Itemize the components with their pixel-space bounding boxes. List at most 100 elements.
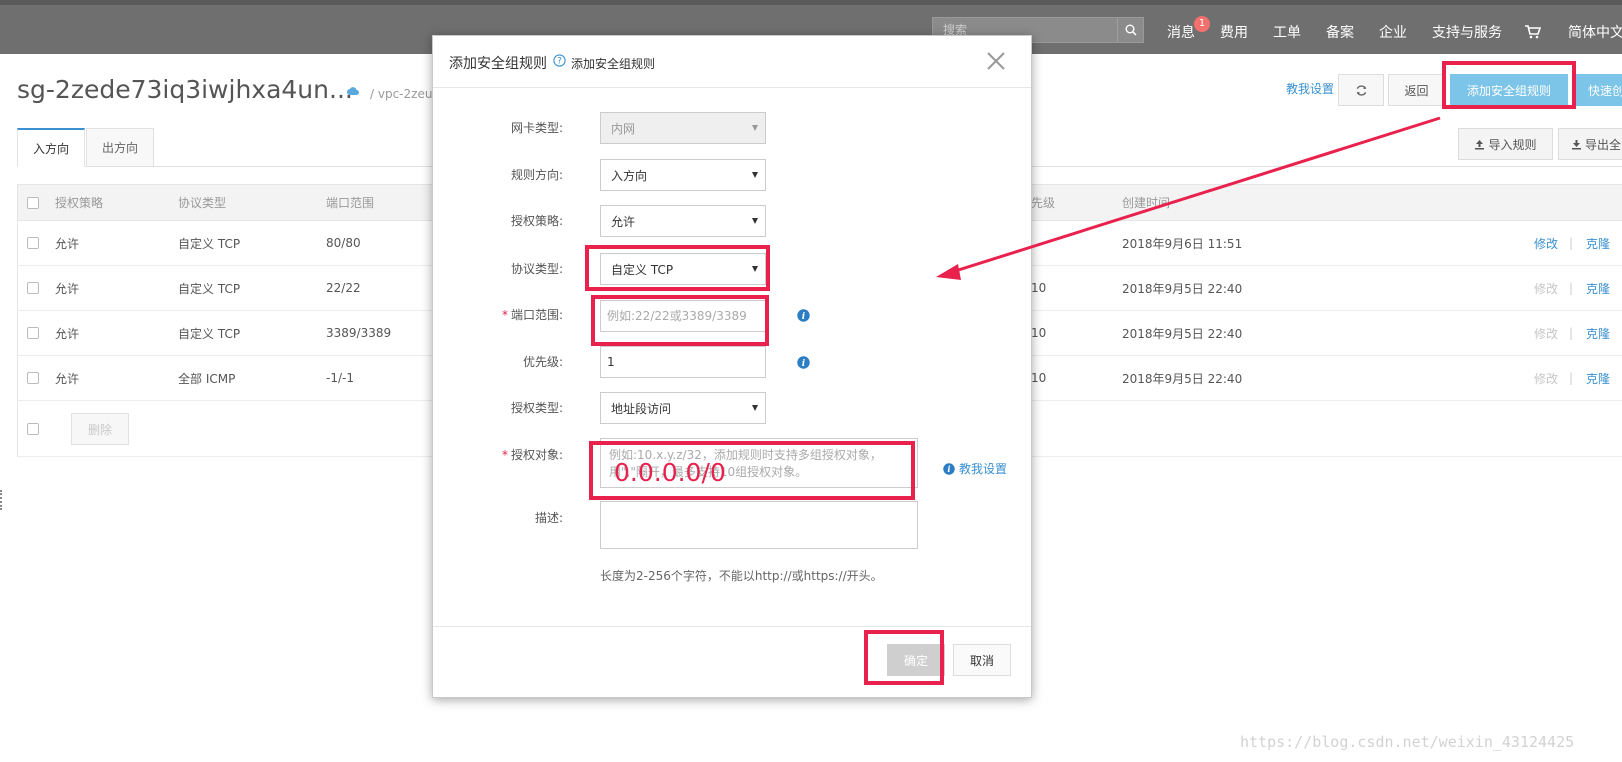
col-policy: 授权策略 xyxy=(55,196,104,210)
row-policy: 允许 xyxy=(55,371,80,386)
message-count-badge: 1 xyxy=(1194,16,1210,32)
link-separator: | xyxy=(1569,281,1574,295)
edit-link-disabled: 修改 xyxy=(1534,281,1559,296)
col-priority: 先级 xyxy=(1031,196,1056,210)
priority-field xyxy=(600,346,766,378)
row-port: 22/22 xyxy=(326,281,361,295)
cloud-icon xyxy=(347,87,359,95)
col-created: 创建时间 xyxy=(1122,196,1171,210)
info-icon[interactable]: i xyxy=(797,309,810,322)
edit-link[interactable]: 修改 xyxy=(1534,221,1558,265)
help-link[interactable]: 教我设置 xyxy=(1286,80,1334,97)
protocol-label: 协议类型: xyxy=(510,262,563,276)
import-rules-button[interactable]: 导入规则 xyxy=(1458,128,1553,160)
priority-input[interactable] xyxy=(607,347,765,377)
auth-object-label: * 授权对象: xyxy=(501,448,563,462)
nav-messages[interactable]: 消息 xyxy=(1167,22,1195,42)
clone-link[interactable]: 克隆 xyxy=(1586,221,1610,265)
description-label: 描述: xyxy=(534,511,563,525)
description-textarea[interactable] xyxy=(601,502,917,548)
auth-type-select[interactable]: 地址段访问 xyxy=(600,392,766,424)
export-label: 导出全 xyxy=(1585,137,1622,152)
quick-create-button[interactable]: 快速创 xyxy=(1574,74,1622,106)
row-checkbox[interactable] xyxy=(27,372,39,384)
footer-checkbox[interactable] xyxy=(27,423,39,435)
nav-enterprise[interactable]: 企业 xyxy=(1379,22,1407,42)
chevron-down-icon xyxy=(752,172,758,178)
chevron-down-icon xyxy=(752,405,758,411)
policy-select[interactable]: 允许 xyxy=(600,205,766,237)
policy-value: 允许 xyxy=(611,214,636,229)
link-separator: | xyxy=(1569,236,1574,250)
description-hint: 长度为2-256个字符，不能以http://或https://开头。 xyxy=(600,569,883,583)
watermark: https://blog.csdn.net/weixin_43124425 xyxy=(1240,733,1575,751)
tab-outbound[interactable]: 出方向 xyxy=(86,128,154,167)
dialog-header: 添加安全组规则 ? 添加安全组规则 xyxy=(433,36,1031,88)
search-button[interactable] xyxy=(1117,18,1143,42)
cart-icon[interactable] xyxy=(1525,25,1542,43)
chevron-down-icon xyxy=(752,218,758,224)
nav-icp[interactable]: 备案 xyxy=(1326,22,1354,42)
nav-support[interactable]: 支持与服务 xyxy=(1432,22,1502,42)
col-port: 端口范围 xyxy=(326,196,375,210)
edit-link-disabled: 修改 xyxy=(1534,371,1559,386)
highlight-add-rule xyxy=(1442,61,1576,109)
nic-type-select: 内网 xyxy=(600,112,766,144)
row-protocol: 全部 ICMP xyxy=(178,371,236,386)
nav-billing[interactable]: 费用 xyxy=(1220,22,1248,42)
tab-inbound[interactable]: 入方向 xyxy=(17,128,85,167)
nav-tickets[interactable]: 工单 xyxy=(1273,22,1301,42)
row-protocol: 自定义 TCP xyxy=(178,326,241,341)
close-icon[interactable] xyxy=(985,50,1007,72)
select-all-checkbox[interactable] xyxy=(27,196,39,209)
help-circle-icon[interactable]: ? xyxy=(553,54,566,67)
nic-type-value: 内网 xyxy=(611,121,636,136)
nav-language[interactable]: 简体中文 xyxy=(1568,22,1622,42)
nic-type-label: 网卡类型: xyxy=(510,121,563,135)
row-protocol: 自定义 TCP xyxy=(178,236,241,251)
row-created: 2018年9月5日 22:40 xyxy=(1122,326,1243,341)
page-title: sg-2zede73iq3iwjhxa4un... xyxy=(17,75,353,104)
row-policy: 允许 xyxy=(55,236,80,251)
edit-link-disabled: 修改 xyxy=(1534,326,1559,341)
row-checkbox[interactable] xyxy=(27,327,39,339)
dialog-footer-divider xyxy=(433,626,1031,627)
handwritten-cidr: 0.0.0.0/0 xyxy=(614,458,726,487)
auth-type-value: 地址段访问 xyxy=(611,401,672,416)
clone-link[interactable]: 克隆 xyxy=(1586,266,1610,310)
row-priority: 10 xyxy=(1031,371,1047,385)
direction-select[interactable]: 入方向 xyxy=(600,159,766,191)
row-created: 2018年9月5日 22:40 xyxy=(1122,371,1243,386)
row-checkbox[interactable] xyxy=(27,282,39,294)
clone-link[interactable]: 克隆 xyxy=(1586,311,1610,355)
row-created: 2018年9月5日 22:40 xyxy=(1122,281,1243,296)
clone-link[interactable]: 克隆 xyxy=(1586,356,1610,400)
guide-link-label: 教我设置 xyxy=(959,462,1008,476)
link-separator: | xyxy=(1569,326,1574,340)
row-checkbox[interactable] xyxy=(27,237,39,249)
port-range-label: * 端口范围: xyxy=(501,308,563,322)
refresh-button[interactable] xyxy=(1338,74,1384,106)
svg-text:?: ? xyxy=(557,57,562,67)
svg-text:i: i xyxy=(947,464,950,474)
row-created: 2018年9月6日 11:51 xyxy=(1122,236,1243,251)
direction-value: 入方向 xyxy=(611,168,648,183)
back-button[interactable]: 返回 xyxy=(1388,74,1445,106)
row-port: 3389/3389 xyxy=(326,326,392,340)
highlight-protocol xyxy=(585,245,770,291)
export-button[interactable]: 导出全 xyxy=(1558,128,1622,160)
row-priority: 10 xyxy=(1031,281,1047,295)
cancel-button[interactable]: 取消 xyxy=(953,644,1011,676)
row-port: -1/-1 xyxy=(326,371,354,385)
row-policy: 允许 xyxy=(55,326,80,341)
info-icon[interactable]: i xyxy=(797,356,810,369)
svg-text:i: i xyxy=(802,312,806,322)
row-policy: 允许 xyxy=(55,281,80,296)
resize-handle[interactable] xyxy=(0,490,3,510)
vpc-breadcrumb[interactable]: / vpc-2zeu xyxy=(370,87,432,101)
description-field xyxy=(600,501,918,549)
auth-type-label: 授权类型: xyxy=(510,401,563,415)
priority-label: 优先级: xyxy=(522,355,563,369)
guide-link[interactable]: i 教我设置 xyxy=(943,460,1007,477)
delete-button[interactable]: 删除 xyxy=(71,413,129,445)
